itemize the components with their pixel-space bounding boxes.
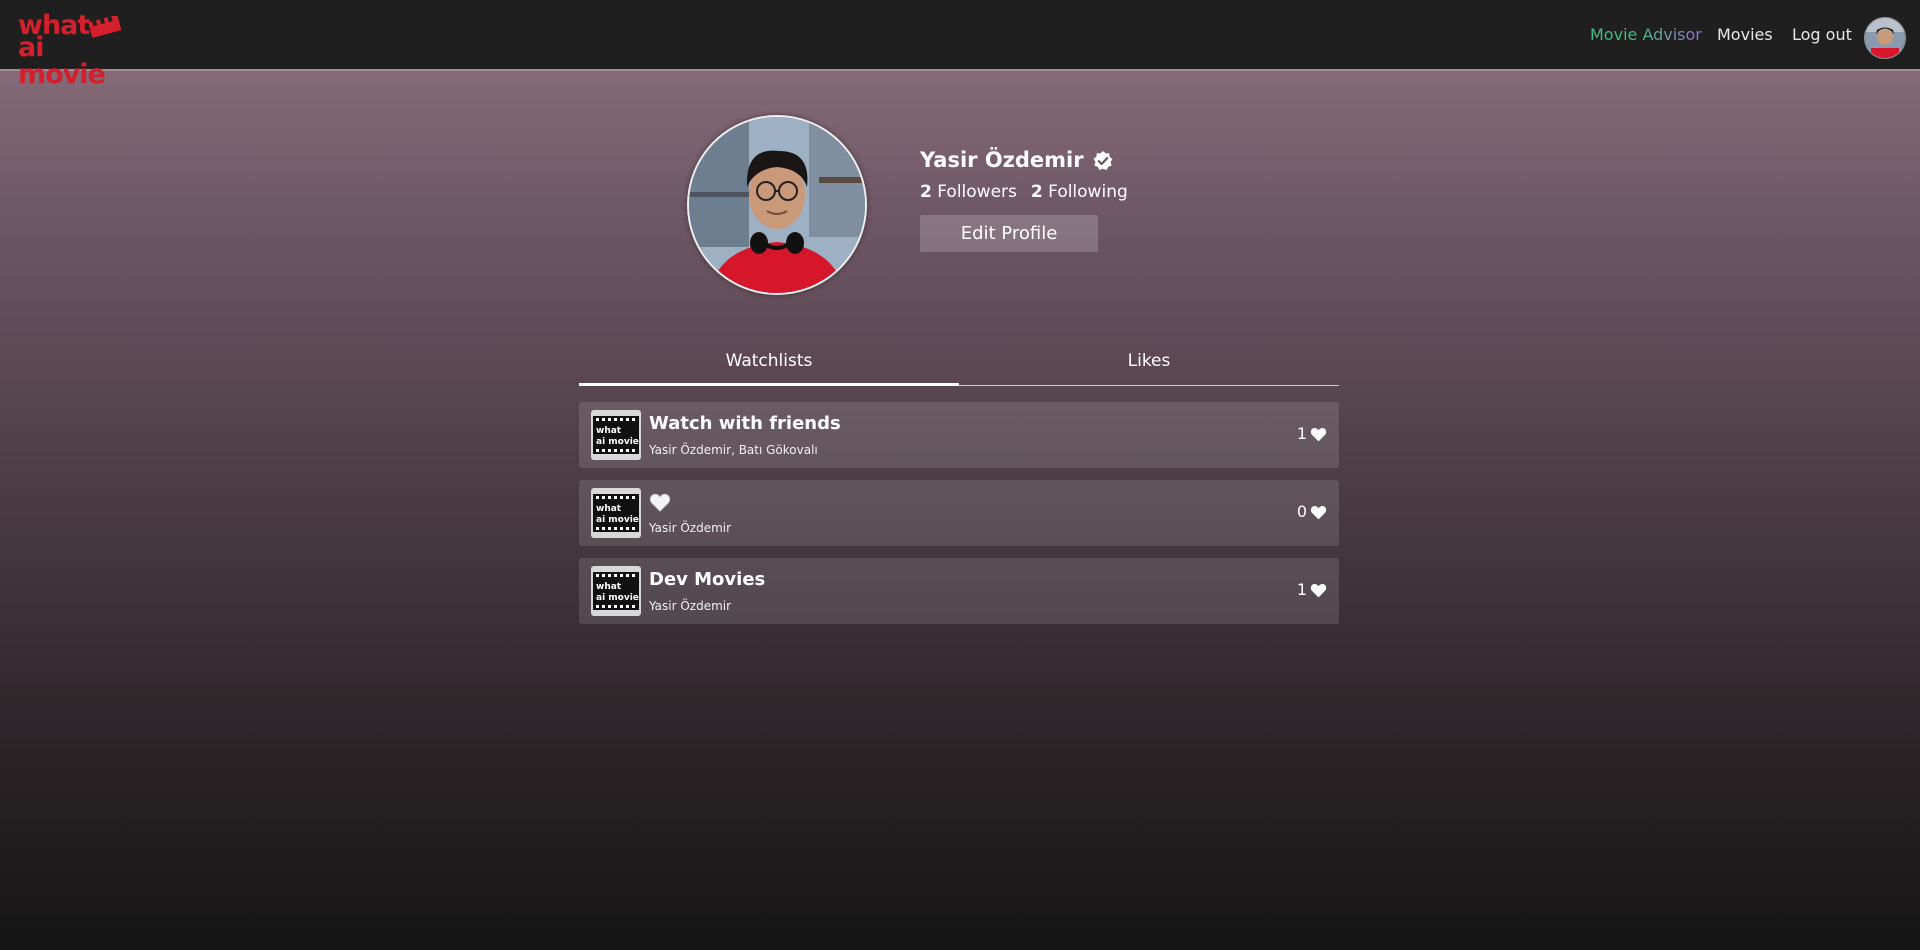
watchlist-likes[interactable]: 1 bbox=[1297, 426, 1327, 442]
profile-name-row: Yasir Özdemir bbox=[920, 150, 1128, 171]
watchlist-list: what ai movie Watch with friends Yasir Ö… bbox=[579, 402, 1339, 636]
top-navigation-bar: what ai movie Movie Advisor Movies Log o… bbox=[0, 0, 1920, 88]
heart-icon bbox=[1310, 583, 1327, 597]
svg-text:ai movie: ai movie bbox=[596, 437, 639, 447]
svg-text:ai movie: ai movie bbox=[596, 593, 639, 603]
watchlist-thumbnail: what ai movie bbox=[591, 488, 641, 538]
nav-logout-link[interactable]: Log out bbox=[1792, 27, 1852, 43]
svg-text:what: what bbox=[596, 504, 622, 514]
watchlist-thumbnail: what ai movie bbox=[591, 410, 641, 460]
heart-icon bbox=[1310, 505, 1327, 519]
watchlist-title: Watch with friends bbox=[649, 413, 841, 434]
user-avatar[interactable] bbox=[1864, 17, 1906, 59]
svg-text:what: what bbox=[596, 426, 622, 436]
watchlist-thumbnail: what ai movie bbox=[591, 566, 641, 616]
follow-counts: 2 Followers 2 Following bbox=[920, 184, 1128, 201]
following-count: 2 bbox=[1030, 182, 1043, 202]
followers-label: Followers bbox=[937, 182, 1017, 202]
whataimovie-logo[interactable]: what ai movie bbox=[18, 12, 124, 88]
watchlist-row[interactable]: what ai movie Dev Movies Yasir Özdemir 1 bbox=[579, 558, 1339, 624]
following-label: Following bbox=[1048, 182, 1128, 202]
watchlist-likes[interactable]: 1 bbox=[1297, 582, 1327, 598]
watchlist-like-count: 0 bbox=[1296, 502, 1307, 521]
avatar-photo-icon bbox=[1865, 18, 1905, 58]
watchlist-like-count: 1 bbox=[1296, 424, 1307, 443]
logo-line2: ai movie bbox=[18, 32, 106, 90]
svg-text:what: what bbox=[596, 582, 622, 592]
watchlist-title bbox=[649, 493, 671, 516]
watchlist-owners: Yasir Özdemir bbox=[649, 599, 732, 613]
followers-count: 2 bbox=[920, 182, 932, 202]
profile-info: Yasir Özdemir 2 Followers 2 Following Edi… bbox=[920, 150, 1128, 252]
verified-badge-icon bbox=[1093, 150, 1113, 170]
watchlist-row[interactable]: what ai movie Watch with friends Yasir Ö… bbox=[579, 402, 1339, 468]
white-heart-icon bbox=[649, 493, 671, 512]
film-strip-logo-icon: what ai movie bbox=[593, 416, 639, 454]
followers-link[interactable]: 2 Followers bbox=[920, 182, 1017, 202]
nav-movies-link[interactable]: Movies bbox=[1717, 27, 1773, 43]
profile-portrait-icon bbox=[689, 117, 865, 293]
profile-tabs: Watchlists Likes bbox=[579, 345, 1339, 386]
film-strip-logo-icon: what ai movie bbox=[593, 572, 639, 610]
nav-movie-advisor-link[interactable]: Movie Advisor bbox=[1590, 27, 1702, 43]
watchlist-title: Dev Movies bbox=[649, 569, 766, 590]
tab-watchlists[interactable]: Watchlists bbox=[579, 345, 959, 386]
watchlist-likes[interactable]: 0 bbox=[1297, 504, 1327, 520]
watchlist-owners: Yasir Özdemir bbox=[649, 521, 732, 535]
edit-profile-button[interactable]: Edit Profile bbox=[920, 215, 1098, 252]
watchlist-owners: Yasir Özdemir, Batı Gökovalı bbox=[649, 443, 818, 457]
tab-likes[interactable]: Likes bbox=[959, 345, 1339, 385]
svg-text:ai movie: ai movie bbox=[596, 515, 639, 525]
film-strip-logo-icon: what ai movie bbox=[593, 494, 639, 532]
watchlist-like-count: 1 bbox=[1296, 580, 1307, 599]
profile-name: Yasir Özdemir bbox=[920, 148, 1084, 172]
watchlist-row[interactable]: what ai movie Yasir Özdemir 0 bbox=[579, 480, 1339, 546]
following-link[interactable]: 2 Following bbox=[1031, 182, 1128, 202]
profile-photo bbox=[687, 115, 867, 295]
heart-icon bbox=[1310, 427, 1327, 441]
